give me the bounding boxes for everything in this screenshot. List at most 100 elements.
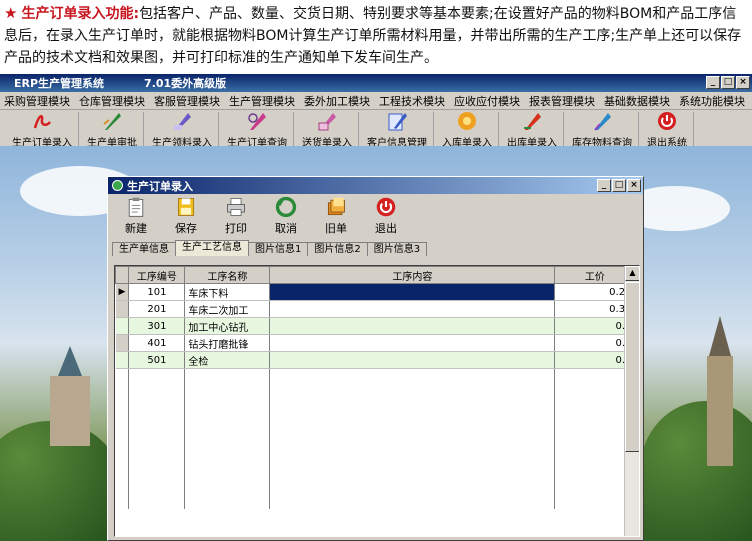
table-row[interactable]: 401 钻头打磨批锋 0.2: [115, 334, 636, 352]
cell-price[interactable]: 0.7: [554, 317, 636, 335]
tab-strip: 生产单信息 生产工艺信息 图片信息1 图片信息2 图片信息3: [108, 240, 643, 256]
cell-name[interactable]: 车床二次加工: [184, 300, 271, 318]
cell-name[interactable]: 钻头打磨批锋: [184, 334, 271, 352]
save-disk-icon: [177, 198, 195, 216]
button-label: 新建: [125, 222, 147, 235]
undo-arrow-icon: [275, 196, 297, 218]
building-tower-left: [50, 346, 90, 446]
print-button[interactable]: 打印: [212, 196, 260, 238]
vertical-scrollbar[interactable]: ▲: [624, 266, 639, 536]
button-label: 退出: [375, 222, 397, 235]
scroll-up-arrow-icon[interactable]: ▲: [625, 266, 639, 281]
cell-name[interactable]: 全检: [184, 351, 271, 369]
button-label: 保存: [175, 222, 197, 235]
production-order-dialog: 生产订单录入 _ □ × 新建 保存 打印 取消 旧单 退出 生产单信息 生产工…: [107, 176, 644, 541]
dialog-close-button[interactable]: ×: [627, 179, 641, 192]
dialog-title-bar: 生产订单录入 _ □ ×: [108, 177, 643, 194]
cell-code[interactable]: 301: [128, 317, 186, 335]
menu-bar: 采购管理模块 仓库管理模块 客服管理模块 生产管理模块 委外加工模块 工程技术模…: [0, 92, 752, 110]
menu-purchase[interactable]: 采购管理模块: [4, 93, 70, 109]
cell-price[interactable]: 0.2: [554, 334, 636, 352]
printer-icon: [227, 198, 245, 216]
menu-customer-service[interactable]: 客服管理模块: [154, 93, 220, 109]
star-icon: ★: [4, 4, 18, 22]
button-label: 取消: [275, 222, 297, 235]
new-button[interactable]: 新建: [112, 196, 160, 238]
menu-base-data[interactable]: 基础数据模块: [604, 93, 670, 109]
menu-warehouse[interactable]: 仓库管理模块: [79, 93, 145, 109]
column-header-content[interactable]: 工序内容: [269, 266, 556, 284]
dialog-minimize-button[interactable]: _: [597, 179, 611, 192]
old-order-button[interactable]: 旧单: [312, 196, 360, 238]
maximize-button[interactable]: □: [721, 76, 735, 89]
tab-picture-1[interactable]: 图片信息1: [248, 242, 309, 256]
intro-lead: 生产订单录入功能:: [21, 6, 140, 22]
cell-content[interactable]: [269, 334, 556, 352]
menu-engineering[interactable]: 工程技术模块: [379, 93, 445, 109]
exit-button[interactable]: 退出: [362, 196, 410, 238]
menu-receivables[interactable]: 应收应付模块: [454, 93, 520, 109]
menu-system[interactable]: 系统功能模块: [679, 93, 745, 109]
intro-paragraph: ★ 生产订单录入功能:包括客户、产品、数量、交货日期、特别要求等基本要素;在设置好…: [0, 0, 752, 72]
cell-price[interactable]: 0.3: [554, 351, 636, 369]
column-header-price[interactable]: 工价: [554, 266, 636, 284]
table-row[interactable]: 201 车床二次加工 0.34: [115, 300, 636, 318]
dialog-toolbar: 新建 保存 打印 取消 旧单 退出: [108, 194, 643, 240]
cell-price[interactable]: 0.21: [554, 283, 636, 301]
process-grid[interactable]: 工序编号 工序名称 工序内容 工价 ▶ 101 车床下料 0.21 201 车床…: [114, 265, 640, 537]
exit-power-icon: [655, 110, 679, 132]
clipboard-new-icon: [128, 197, 144, 217]
column-header-name[interactable]: 工序名称: [184, 266, 271, 284]
app-icon: [112, 180, 123, 191]
menu-reports[interactable]: 报表管理模块: [529, 93, 595, 109]
cancel-button[interactable]: 取消: [262, 196, 310, 238]
row-pointer-icon: ▶: [115, 283, 130, 301]
grid-header-row: 工序编号 工序名称 工序内容 工价: [115, 266, 636, 284]
column-header-code[interactable]: 工序编号: [128, 266, 186, 284]
cell-name[interactable]: 加工中心钻孔: [184, 317, 271, 335]
customer-quill-icon: [385, 110, 409, 132]
pdf-document-icon: [30, 110, 54, 132]
table-row[interactable]: 301 加工中心钻孔 0.7: [115, 317, 636, 335]
table-row[interactable]: 501 全检 0.3: [115, 351, 636, 369]
cell-price[interactable]: 0.34: [554, 300, 636, 318]
dialog-maximize-button[interactable]: □: [612, 179, 626, 192]
quill-feather-icon: [170, 110, 194, 132]
cell-content[interactable]: [269, 300, 556, 318]
stacked-files-icon: [327, 197, 345, 216]
empty-grid-area: [115, 368, 636, 509]
quill-search-icon: [245, 110, 269, 132]
cell-name[interactable]: 车床下料: [184, 283, 271, 301]
minimize-button[interactable]: _: [706, 76, 720, 89]
tab-picture-3[interactable]: 图片信息3: [366, 242, 428, 256]
stock-out-quill-icon: [520, 110, 544, 132]
dialog-title: 生产订单录入: [127, 179, 193, 193]
tab-production-info[interactable]: 生产单信息: [112, 242, 176, 256]
cell-content[interactable]: [269, 317, 556, 335]
button-label: 旧单: [325, 222, 347, 235]
building-tower-right: [707, 316, 733, 466]
cell-content[interactable]: [269, 351, 556, 369]
close-button[interactable]: ×: [736, 76, 750, 89]
cell-code[interactable]: 101: [128, 283, 186, 301]
cell-content[interactable]: [269, 283, 556, 301]
cell-code[interactable]: 401: [128, 334, 186, 352]
row-indicator-header: [115, 266, 130, 284]
menu-outsourcing[interactable]: 委外加工模块: [304, 93, 370, 109]
scroll-thumb[interactable]: [625, 282, 639, 452]
table-row[interactable]: ▶ 101 车床下料 0.21: [115, 283, 636, 301]
inventory-quill-icon: [590, 110, 614, 132]
app-title: ERP生产管理系统: [14, 77, 105, 90]
tab-process-info[interactable]: 生产工艺信息: [175, 240, 249, 256]
save-button[interactable]: 保存: [162, 196, 210, 238]
delivery-quill-icon: [315, 110, 339, 132]
tab-picture-2[interactable]: 图片信息2: [307, 242, 368, 256]
quill-approve-icon: [100, 110, 124, 132]
cell-code[interactable]: 201: [128, 300, 186, 318]
exit-power-icon: [376, 197, 396, 217]
cell-code[interactable]: 501: [128, 351, 186, 369]
button-label: 打印: [225, 222, 247, 235]
stock-in-star-icon: [455, 110, 479, 132]
app-version: 7.01委外高级版: [144, 77, 227, 90]
menu-production[interactable]: 生产管理模块: [229, 93, 295, 109]
